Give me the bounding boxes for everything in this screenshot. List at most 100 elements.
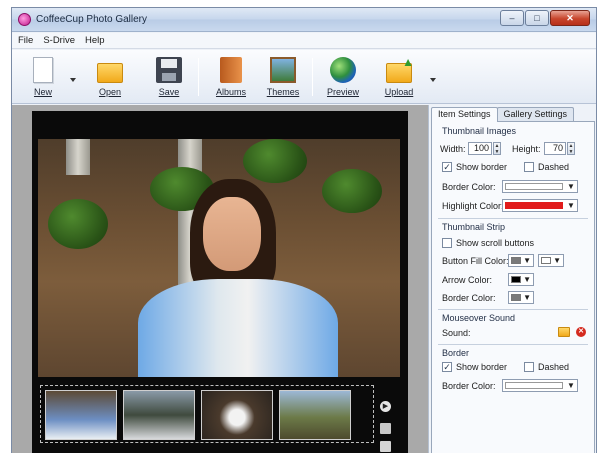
new-button[interactable]: New [20,55,66,101]
themes-picture-icon [270,57,296,83]
tab-item-settings[interactable]: Item Settings [431,107,498,122]
albums-label: Albums [215,87,246,97]
width-spinner[interactable]: ▲ ▼ [493,142,501,155]
border-title: Border [442,348,470,358]
minimize-button[interactable]: – [500,10,524,26]
dashed-checkbox[interactable] [524,162,534,172]
window-title: CoffeeCup Photo Gallery [36,14,147,25]
remove-sound-icon[interactable]: ✕ [576,327,586,337]
toolbar-separator [198,58,199,96]
section-divider [438,218,588,219]
photo-bush [243,139,307,183]
height-input[interactable]: 70 [544,142,566,155]
menu-file[interactable]: File [18,35,33,46]
button-fill-color2-picker[interactable]: ▼ [538,254,564,267]
color-swatch [511,294,521,301]
color-swatch [511,276,521,283]
photo-bush [48,199,108,249]
show-scroll-buttons-label: Show scroll buttons [456,238,535,248]
dashed-label: Dashed [538,162,570,172]
gallery-dashed-checkbox[interactable] [524,362,534,372]
chevron-down-icon: ▼ [523,256,531,265]
app-window: CoffeeCup Photo Gallery – □ ✕ File S-Dri… [11,7,597,453]
chevron-down-icon: ▼ [567,182,575,191]
width-input[interactable]: 100 [468,142,492,155]
strip-border-color-picker[interactable]: ▼ [508,291,534,304]
gallery-show-border-checkbox[interactable]: ✓ [442,362,452,372]
button-fill-color-label: Button Fill Color: [442,256,509,266]
chevron-down-icon: ▼ [523,293,531,302]
browse-sound-folder-icon[interactable] [558,327,570,337]
save-button[interactable]: Save [146,55,192,101]
maximize-button[interactable]: □ [525,10,549,26]
themes-button[interactable]: Themes [260,55,306,101]
color-swatch [511,257,521,264]
menu-s-drive[interactable]: S-Drive [43,35,75,46]
sound-label: Sound: [442,328,471,338]
show-border-checkbox[interactable]: ✓ [442,162,452,172]
item-settings-body: Thumbnail Images Width: 100 ▲ ▼ Height: 7… [431,121,595,453]
themes-label: Themes [266,87,300,97]
thumbnail-4[interactable] [279,390,351,440]
title-bar: CoffeeCup Photo Gallery – □ ✕ [12,8,596,32]
menu-bar: File S-Drive Help [12,33,596,49]
chevron-down-icon: ▼ [523,275,531,284]
strip-next-icon[interactable]: ▶ [380,401,391,412]
show-border-label: Show border [456,162,508,172]
color-swatch [505,183,563,190]
new-dropdown-arrow[interactable] [70,78,76,82]
thumbnail-1[interactable] [45,390,117,440]
open-label: Open [98,87,122,97]
height-spinner[interactable]: ▲ ▼ [567,142,575,155]
main-photo[interactable] [38,139,400,377]
highlight-color-picker[interactable]: ▼ [502,199,578,212]
settings-tabs: Item Settings Gallery Settings [431,107,575,122]
mouseover-sound-title: Mouseover Sound [442,313,516,323]
width-label: Width: [440,144,466,154]
thumbnail-strip [40,385,374,443]
color-swatch [505,382,563,389]
album-book-icon [220,57,242,83]
new-document-icon [33,57,53,83]
upload-folder-icon [386,55,414,83]
tab-gallery-settings[interactable]: Gallery Settings [496,107,575,121]
arrow-color-label: Arrow Color: [442,275,493,285]
toolbar-separator [312,58,313,96]
gallery-border-color-picker[interactable]: ▼ [502,379,578,392]
gallery-border-color-label: Border Color: [442,381,496,391]
chevron-down-icon: ▼ [553,256,561,265]
thumb-border-color-picker[interactable]: ▼ [502,180,578,193]
settings-panel: Item Settings Gallery Settings Thumbnail… [428,105,596,453]
gallery-canvas: ▶ [32,111,408,453]
preview-button[interactable]: Preview [320,55,366,101]
chevron-down-icon: ▼ [567,381,575,390]
window-controls: – □ ✕ [499,10,590,26]
floppy-disk-icon [156,57,182,83]
strip-border-color-label: Border Color: [442,293,496,303]
preview-label: Preview [326,87,359,97]
show-scroll-buttons-checkbox[interactable] [442,238,452,248]
chevron-down-icon: ▼ [567,201,575,210]
photo-bush [322,169,382,213]
upload-dropdown-arrow[interactable] [430,78,436,82]
thumb-border-color-label: Border Color: [442,182,496,192]
gallery-dashed-label: Dashed [538,362,570,372]
strip-image-icon[interactable] [380,441,391,452]
open-button[interactable]: Open [87,55,133,101]
thumbnail-2[interactable] [123,390,195,440]
section-divider [438,344,588,345]
albums-button[interactable]: Albums [208,55,254,101]
close-button[interactable]: ✕ [550,10,590,26]
upload-label: Upload [384,87,414,97]
color-swatch [505,202,563,209]
app-icon [18,13,31,26]
menu-help[interactable]: Help [85,35,105,46]
arrow-color-picker[interactable]: ▼ [508,273,534,286]
gallery-preview-area: ▶ [12,105,428,453]
photo-person-face [203,197,261,271]
button-fill-color-picker[interactable]: ▼ [508,254,534,267]
thumbnail-3[interactable] [201,390,273,440]
thumbnail-images-title: Thumbnail Images [442,126,517,136]
strip-sound-icon[interactable] [380,423,391,434]
upload-button[interactable]: Upload [376,55,422,101]
